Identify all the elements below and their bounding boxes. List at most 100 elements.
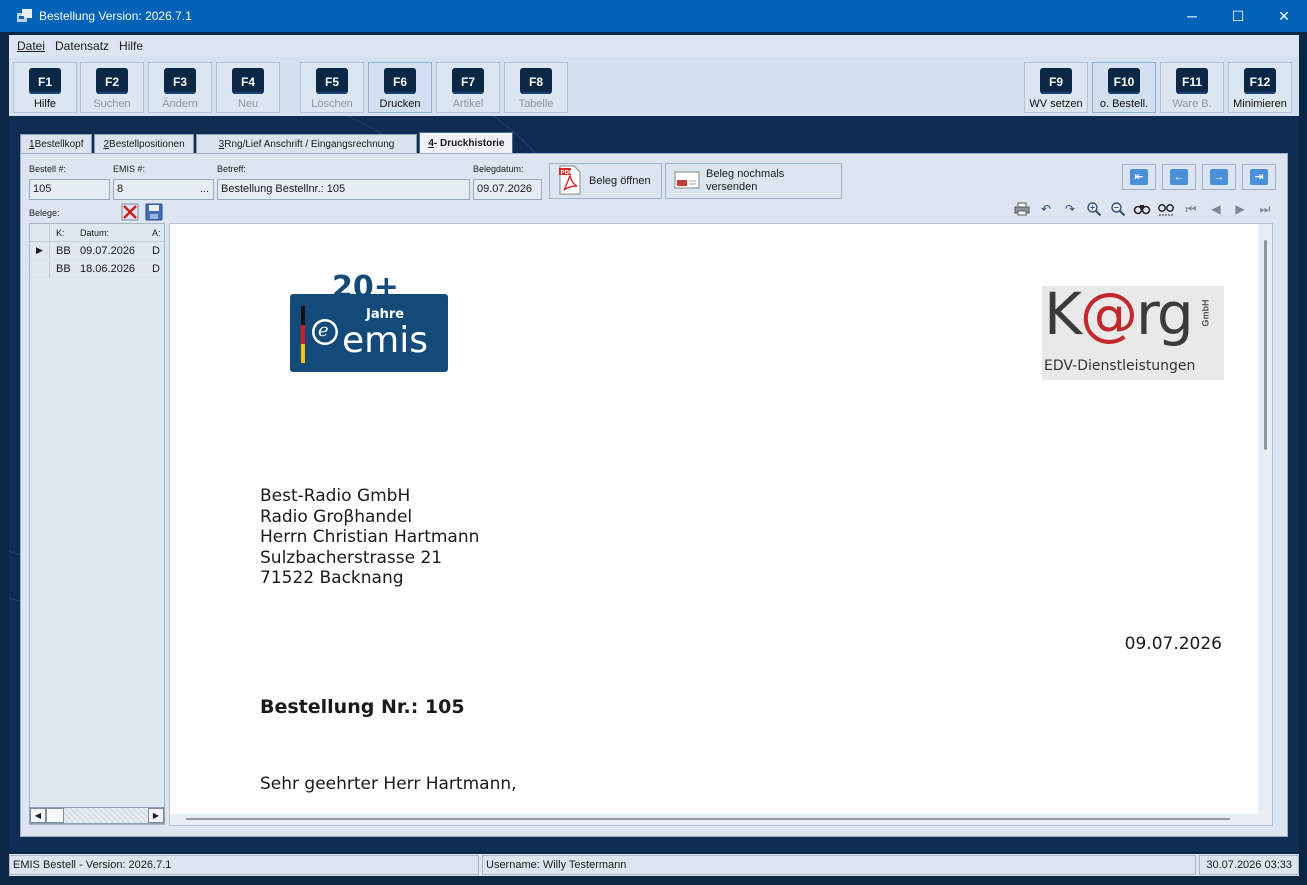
zoom-out-icon[interactable] — [1109, 200, 1127, 218]
beleg-oeffnen-button[interactable]: PDF Beleg öffnen — [549, 163, 662, 199]
row-k: BB — [56, 244, 71, 257]
f4-new-button[interactable]: F4 Neu — [216, 62, 280, 113]
delete-beleg-icon[interactable] — [121, 203, 139, 221]
scroll-right-icon[interactable]: ▶ — [148, 808, 164, 823]
address-line: Best-Radio GmbH — [260, 486, 411, 506]
document-preview[interactable]: 20+ Jahre e emis K@rg GmbH EDV-Dienstlei… — [169, 223, 1273, 826]
row-pointer-icon: ▶ — [30, 242, 50, 259]
column-header-a: A: — [152, 227, 161, 238]
tab-strip: 1 Bestellkopf 2 Bestellpositionen 3 Rng/… — [20, 132, 515, 154]
preview-horizontal-scrollbar[interactable] — [186, 818, 1230, 820]
next-page-icon[interactable]: ▶ — [1231, 200, 1249, 218]
f2-label: Suchen — [93, 98, 131, 110]
last-record-icon: ⇥ — [1250, 169, 1268, 185]
f7-article-button[interactable]: F7 Artikel — [436, 62, 500, 113]
emis-logo-text: emis — [342, 320, 428, 361]
close-button[interactable]: ✕ — [1261, 0, 1307, 32]
find-icon[interactable] — [1133, 200, 1151, 218]
f8-key-cap: F8 — [520, 68, 552, 94]
list-header-selector — [30, 224, 50, 241]
betreff-field[interactable]: Bestellung Bestellnr.: 105 — [217, 179, 470, 200]
f7-key-cap: F7 — [452, 68, 484, 94]
f6-print-button[interactable]: F6 Drucken — [368, 62, 432, 113]
scroll-thumb[interactable] — [46, 808, 64, 823]
f3-edit-button[interactable]: F3 Ändern — [148, 62, 212, 113]
emis-field[interactable]: 8 ... — [113, 179, 214, 200]
f10-label: o. Bestell. — [1099, 98, 1149, 110]
list-horizontal-scrollbar[interactable]: ◀ ▶ — [29, 807, 165, 824]
f1-help-button[interactable]: F1 Hilfe — [13, 62, 77, 113]
row-datum: 09.07.2026 — [80, 244, 136, 257]
first-page-icon[interactable]: ⏮ — [1182, 200, 1200, 218]
f9-label: WV setzen — [1029, 98, 1083, 110]
status-username: Username: Willy Testermann — [482, 855, 1196, 875]
beleg-versenden-button[interactable]: Beleg nochmals versenden — [665, 163, 842, 199]
preview-vertical-scrollbar[interactable] — [1264, 240, 1267, 450]
scroll-track[interactable] — [64, 808, 148, 823]
menu-hilfe[interactable]: Hilfe — [119, 39, 143, 53]
prev-record-button[interactable]: ← — [1162, 164, 1196, 190]
minimize-button[interactable]: ─ — [1169, 0, 1215, 32]
belegdatum-field[interactable]: 09.07.2026 — [473, 179, 542, 200]
f11-label: Ware B. — [1172, 98, 1212, 110]
f10-order-button[interactable]: F10 o. Bestell. — [1092, 62, 1156, 113]
next-record-button[interactable]: → — [1202, 164, 1236, 190]
column-header-datum: Datum: — [80, 227, 110, 238]
emis-value: 8 — [117, 183, 124, 195]
next-record-icon: → — [1210, 169, 1228, 185]
f3-label: Ändern — [162, 98, 198, 110]
pdf-icon: PDF — [558, 165, 582, 198]
row-pointer-icon — [30, 260, 50, 277]
beleg-oeffnen-label: Beleg öffnen — [589, 175, 651, 187]
f2-search-button[interactable]: F2 Suchen — [80, 62, 144, 113]
tab-2-label: Bestellpositionen — [109, 139, 185, 150]
zoom-in-icon[interactable] — [1085, 200, 1103, 218]
f11-goods-button[interactable]: F11 Ware B. — [1160, 62, 1224, 113]
f5-key-cap: F5 — [316, 68, 348, 94]
bestell-field[interactable]: 105 — [29, 179, 110, 200]
document-salutation: Sehr geehrter Herr Hartmann, — [260, 774, 517, 794]
status-datetime: 30.07.2026 03:33 — [1199, 855, 1299, 875]
address-line: Herrn Christian Hartmann — [260, 527, 480, 547]
last-page-icon[interactable]: ⏭ — [1256, 200, 1274, 218]
tab-bestellkopf[interactable]: 1 Bestellkopf — [20, 134, 93, 154]
list-row[interactable]: ▶ BB 09.07.2026 D — [30, 242, 164, 260]
tab-druckhistorie[interactable]: 4 - Druckhistorie — [419, 132, 514, 154]
f9-wv-button[interactable]: F9 WV setzen — [1024, 62, 1088, 113]
prev-page-icon[interactable]: ◀ — [1207, 200, 1225, 218]
menu-datensatz[interactable]: Datensatz — [55, 39, 109, 53]
save-icon[interactable] — [145, 203, 163, 221]
tab-anschrift[interactable]: 3 Rng/Lief Anschrift / Eingangsrechnung — [195, 134, 418, 154]
tab-1-label: Bestellkopf — [34, 139, 84, 150]
f8-table-button[interactable]: F8 Tabelle — [504, 62, 568, 113]
document-date: 09.07.2026 — [1124, 634, 1222, 654]
tab-4-label: - Druckhistorie — [433, 138, 505, 149]
title-bar: Bestellung Version: 2026.7.1 ─ ☐ ✕ — [0, 0, 1307, 32]
undo-icon[interactable]: ↶ — [1037, 200, 1055, 218]
maximize-button[interactable]: ☐ — [1215, 0, 1261, 32]
app-icon — [17, 9, 33, 23]
print-icon[interactable] — [1013, 200, 1031, 218]
f5-delete-button[interactable]: F5 Löschen — [300, 62, 364, 113]
emis-lookup-button[interactable]: ... — [200, 180, 209, 199]
tab-bestellpositionen[interactable]: 2 Bestellpositionen — [94, 134, 194, 154]
menu-datei[interactable]: Datei — [17, 39, 45, 53]
emis-label: EMIS #: — [113, 164, 146, 174]
first-record-button[interactable]: ⇤ — [1122, 164, 1156, 190]
row-k: BB — [56, 262, 71, 275]
f1-key-cap: F1 — [29, 68, 61, 94]
scroll-left-icon[interactable]: ◀ — [30, 808, 46, 823]
f7-label: Artikel — [452, 98, 484, 110]
f2-key-cap: F2 — [96, 68, 128, 94]
last-record-button[interactable]: ⇥ — [1242, 164, 1276, 190]
f4-label: Neu — [237, 98, 259, 110]
row-a: D — [152, 262, 160, 275]
row-datum: 18.06.2026 — [80, 262, 136, 275]
address-line: Radio Groβhandel — [260, 506, 413, 527]
envelope-icon — [674, 171, 700, 192]
list-row[interactable]: BB 18.06.2026 D — [30, 260, 164, 278]
f12-minimize-button[interactable]: F12 Minimieren — [1228, 62, 1292, 113]
status-bar: EMIS Bestell - Version: 2026.7.1 Usernam… — [9, 854, 1299, 876]
find-next-icon[interactable] — [1157, 200, 1175, 218]
redo-icon[interactable]: ↷ — [1061, 200, 1079, 218]
